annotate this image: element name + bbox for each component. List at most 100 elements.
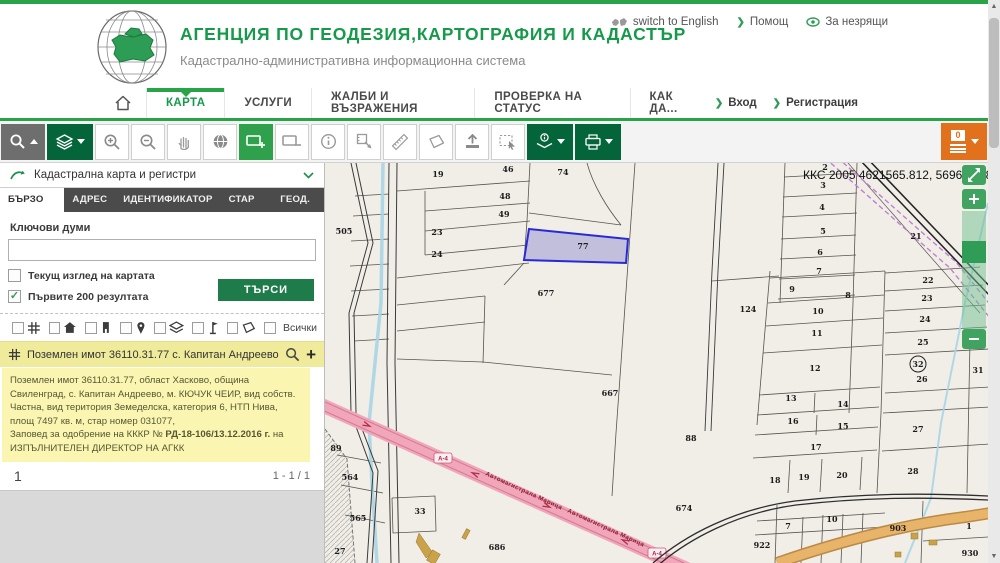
result-details-wrap: Поземлен имот 36110.31.77, област Хасков…	[0, 367, 324, 462]
pan-hand-button[interactable]	[167, 124, 201, 160]
cadastral-map[interactable]: Автомагистрала Марица Автомагистрала Мар…	[325, 163, 988, 563]
accessibility-link[interactable]: За незрящи	[806, 16, 888, 28]
measure-area-button[interactable]	[347, 124, 381, 160]
svg-text:16: 16	[787, 416, 799, 426]
nav-item-zhalbi[interactable]: ЖАЛБИ И ВЪЗРАЖЕНИЯ	[311, 88, 474, 118]
highway-badge: А-4	[434, 453, 452, 463]
svg-text:31: 31	[972, 365, 983, 375]
measure-area-icon	[356, 133, 373, 150]
map-expand-button[interactable]	[962, 165, 986, 185]
layers-tool-button[interactable]	[47, 124, 93, 160]
map-zoom-out-button[interactable]	[962, 329, 986, 349]
filter-building-checkbox[interactable]	[49, 322, 61, 334]
svg-text:А-4: А-4	[438, 456, 448, 462]
caret-down-icon	[557, 139, 565, 148]
nav-item-uslugi[interactable]: УСЛУГИ	[224, 88, 311, 118]
agency-logo	[95, 10, 169, 84]
zoom-to-result-icon[interactable]	[285, 347, 300, 362]
select-rect-button[interactable]	[491, 124, 525, 160]
svg-text:21: 21	[910, 231, 921, 241]
nav-item-kakda[interactable]: КАК ДА...	[630, 88, 715, 118]
map-zoom-in-button[interactable]	[962, 189, 986, 209]
result-row[interactable]: Поземлен имот 36110.31.77 с. Капитан Анд…	[0, 341, 324, 367]
nav-item-karta[interactable]: КАРТА	[146, 88, 224, 118]
measure-polygon-button[interactable]	[419, 124, 453, 160]
login-link[interactable]: ❯Вход	[715, 97, 757, 109]
tab-old-ident[interactable]: СТАР ИДЕНТ.	[221, 188, 273, 212]
svg-text:22: 22	[922, 275, 933, 285]
svg-text:12: 12	[809, 363, 820, 373]
zoom-rect-out-button[interactable]	[275, 124, 309, 160]
identify-info-button[interactable]	[311, 124, 345, 160]
print-button[interactable]	[575, 124, 621, 160]
tab-identifier[interactable]: ИДЕНТИФИКАТОР	[115, 188, 220, 212]
current-view-checkbox[interactable]	[8, 269, 21, 282]
rect-plus-icon	[246, 134, 266, 149]
svg-text:11: 11	[811, 328, 822, 338]
filter-address-checkbox[interactable]	[120, 322, 132, 334]
caret-down-icon	[971, 139, 979, 148]
ruler-icon	[391, 133, 409, 151]
map-layer-select[interactable]: Кадастрална карта и регистри	[0, 163, 324, 188]
zoom-rect-in-button[interactable]	[239, 124, 273, 160]
svg-text:674: 674	[676, 503, 693, 513]
scrollbar-thumb[interactable]	[989, 18, 999, 148]
zoom-in-button[interactable]	[95, 124, 129, 160]
info-icon	[320, 133, 337, 150]
quick-search-form: Ключови думи Текущ изглед на картата ✓ П…	[0, 212, 324, 313]
filter-geodetic-checkbox[interactable]	[192, 322, 204, 334]
scroll-up-icon[interactable]: ▲	[988, 3, 1000, 10]
nav-home-button[interactable]	[100, 88, 146, 118]
svg-text:930: 930	[962, 548, 979, 558]
map-toolbar: 0	[0, 121, 1000, 163]
survey-point-icon	[207, 321, 219, 335]
zoom-out-button[interactable]	[131, 124, 165, 160]
selection-counter-button[interactable]: 0	[941, 123, 987, 160]
map-container: Автомагистрала Марица Автомагистрала Мар…	[325, 163, 988, 563]
tab-quick-search[interactable]: БЪРЗО ТЪРСЕНЕ	[0, 188, 64, 212]
page-number[interactable]: 1	[14, 468, 22, 484]
svg-text:48: 48	[499, 191, 511, 201]
tab-geod-base[interactable]: ГЕОД. ОСНОВА	[272, 188, 331, 212]
svg-text:677: 677	[538, 288, 555, 298]
filter-boundary-checkbox[interactable]	[227, 322, 239, 334]
svg-text:18: 18	[769, 475, 781, 485]
measure-distance-button[interactable]	[383, 124, 417, 160]
full-extent-globe-button[interactable]	[203, 124, 237, 160]
nav-item-proverka[interactable]: ПРОВЕРКА НА СТАТУС	[474, 88, 629, 118]
filter-all-label: Всички	[283, 322, 317, 334]
switch-language-link[interactable]: switch to English	[611, 16, 719, 28]
map-cursor-icon	[10, 169, 26, 181]
search-button[interactable]: ТЪРСИ	[218, 279, 314, 301]
search-tool-button[interactable]	[1, 124, 45, 160]
page-header: АГЕНЦИЯ ПО ГЕОДЕЗИЯ,КАРТОГРАФИЯ И КАДАСТ…	[0, 4, 1000, 88]
building-icon	[100, 321, 112, 334]
zoom-slider-track[interactable]	[962, 211, 986, 329]
tab-address[interactable]: АДРЕС	[64, 188, 115, 212]
filter-object-checkbox[interactable]	[85, 322, 97, 334]
eye-icon	[806, 17, 820, 27]
upload-button[interactable]	[455, 124, 489, 160]
zoom-slider-handle[interactable]	[962, 241, 986, 263]
first-200-checkbox[interactable]: ✓	[8, 290, 21, 303]
svg-text:24: 24	[919, 314, 931, 324]
map-layer-select-label: Кадастрална карта и регистри	[34, 169, 196, 181]
svg-text:10: 10	[812, 306, 824, 316]
filter-zone-checkbox[interactable]	[154, 322, 166, 334]
header-links: switch to English ❯ Помощ За незрящи	[611, 16, 888, 28]
svg-text:74: 74	[557, 167, 569, 177]
parcel-grid-icon	[8, 348, 21, 361]
scroll-down-icon[interactable]: ▼	[988, 553, 1000, 560]
svg-text:667: 667	[602, 388, 619, 398]
svg-text:1: 1	[966, 521, 972, 531]
svg-text:686: 686	[489, 542, 506, 552]
page-scrollbar[interactable]: ▲ ▼	[988, 0, 1000, 563]
filter-parcel-checkbox[interactable]	[12, 322, 24, 334]
keywords-input[interactable]	[8, 239, 316, 261]
register-link[interactable]: ❯Регистрация	[773, 97, 858, 109]
add-result-icon[interactable]: +	[306, 348, 316, 362]
select-rect-icon	[499, 134, 517, 150]
filter-all-checkbox[interactable]	[264, 322, 276, 334]
help-link[interactable]: ❯ Помощ	[736, 16, 788, 28]
identify-layers-button[interactable]	[527, 124, 573, 160]
